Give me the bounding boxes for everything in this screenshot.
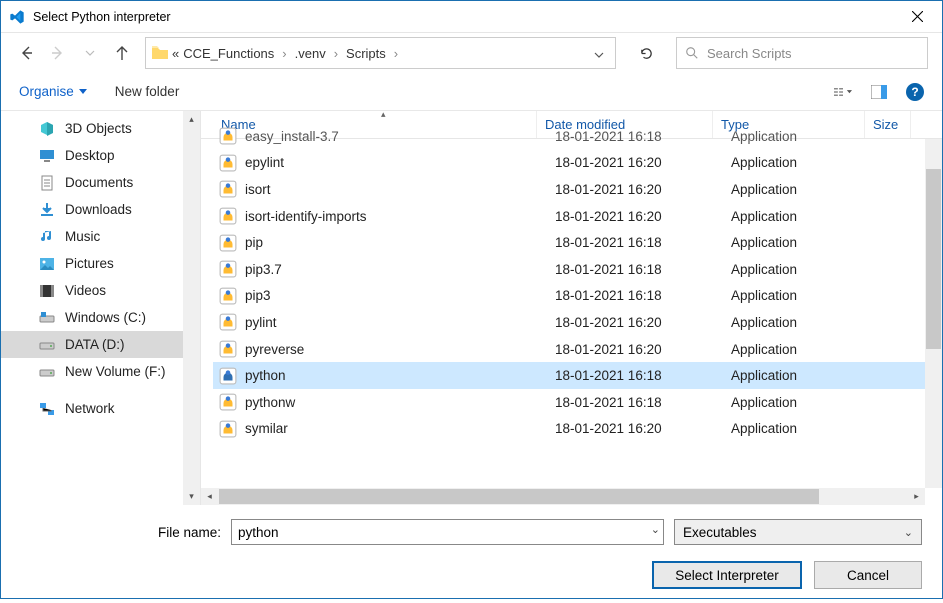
scroll-up-icon[interactable]: ▴ [183, 111, 200, 128]
filter-select[interactable]: Executables ⌄ [674, 519, 922, 545]
drive-icon [39, 364, 55, 380]
music-icon [39, 229, 55, 245]
nav-bar: « CCE_Functions › .venv › Scripts › Sear… [1, 33, 942, 73]
file-hscrollbar[interactable]: ◂ ▸ [201, 488, 925, 505]
exe-icon [219, 367, 237, 385]
view-button[interactable] [834, 83, 852, 101]
scroll-left-icon[interactable]: ◂ [201, 488, 218, 505]
sidebar-item-windows-c-[interactable]: Windows (C:) [1, 304, 200, 331]
preview-button[interactable] [870, 83, 888, 101]
file-row[interactable]: pip3.718-01-2021 16:18Application [213, 256, 942, 283]
filename-label: File name: [21, 525, 221, 540]
drive-win-icon [39, 310, 55, 326]
exe-icon [219, 393, 237, 411]
file-list: Name▴ Date modified Type Size easy_insta… [201, 111, 942, 505]
desktop-icon [39, 148, 55, 164]
video-icon [39, 283, 55, 299]
organise-button[interactable]: Organise [19, 84, 87, 99]
cancel-button[interactable]: Cancel [814, 561, 922, 589]
scroll-down-icon[interactable]: ▾ [183, 488, 200, 505]
file-row[interactable]: pyreverse18-01-2021 16:20Application [213, 336, 942, 363]
sidebar-item-music[interactable]: Music [1, 223, 200, 250]
folder-icon [152, 46, 168, 60]
titlebar: Select Python interpreter [1, 1, 942, 33]
sidebar-item-3d-objects[interactable]: 3D Objects [1, 115, 200, 142]
chevron-right-icon: › [390, 46, 402, 61]
select-interpreter-button[interactable]: Select Interpreter [652, 561, 802, 589]
exe-icon [219, 420, 237, 438]
drive-icon [39, 337, 55, 353]
sort-asc-icon: ▴ [381, 111, 386, 120]
breadcrumb-prefix: « [172, 46, 179, 61]
exe-icon [219, 207, 237, 225]
file-row[interactable]: symilar18-01-2021 16:20Application [213, 416, 942, 443]
recent-dropdown[interactable] [79, 42, 101, 64]
window-title: Select Python interpreter [33, 10, 894, 24]
sidebar-item-pictures[interactable]: Pictures [1, 250, 200, 277]
cube-icon [39, 121, 55, 137]
chevron-down-icon [79, 89, 87, 94]
sidebar-item-new-volume-f-[interactable]: New Volume (F:) [1, 358, 200, 385]
exe-icon [219, 127, 237, 145]
sidebar-item-data-d-[interactable]: DATA (D:) [1, 331, 200, 358]
sidebar-item-documents[interactable]: Documents [1, 169, 200, 196]
help-button[interactable]: ? [906, 83, 924, 101]
forward-button[interactable] [47, 42, 69, 64]
exe-icon [219, 154, 237, 172]
crumb-1[interactable]: .venv [295, 46, 326, 61]
toolbar: Organise New folder ? [1, 73, 942, 111]
breadcrumb[interactable]: « CCE_Functions › .venv › Scripts › [145, 37, 616, 69]
download-icon [39, 202, 55, 218]
file-row[interactable]: pip18-01-2021 16:18Application [213, 229, 942, 256]
scroll-right-icon[interactable]: ▸ [908, 488, 925, 505]
file-row[interactable]: pylint18-01-2021 16:20Application [213, 309, 942, 336]
sidebar-item-downloads[interactable]: Downloads [1, 196, 200, 223]
exe-icon [219, 340, 237, 358]
filename-input[interactable]: ⌄ [231, 519, 664, 545]
file-row[interactable]: easy_install-3.718-01-2021 16:18Applicat… [213, 123, 942, 150]
search-icon [685, 46, 699, 60]
close-button[interactable] [894, 2, 940, 32]
breadcrumb-dropdown[interactable] [589, 46, 609, 61]
file-row[interactable]: pythonw18-01-2021 16:18Application [213, 389, 942, 416]
refresh-icon [639, 46, 654, 61]
refresh-button[interactable] [628, 37, 664, 69]
sidebar: 3D ObjectsDesktopDocumentsDownloadsMusic… [1, 111, 201, 505]
file-row[interactable]: isort-identify-imports18-01-2021 16:20Ap… [213, 203, 942, 230]
file-row[interactable]: python18-01-2021 16:18Application [213, 362, 942, 389]
close-icon [912, 11, 923, 22]
body: 3D ObjectsDesktopDocumentsDownloadsMusic… [1, 111, 942, 505]
footer: File name: ⌄ Executables ⌄ Select Interp… [1, 505, 942, 603]
up-button[interactable] [111, 42, 133, 64]
back-button[interactable] [15, 42, 37, 64]
exe-icon [219, 234, 237, 252]
pic-icon [39, 256, 55, 272]
file-vscrollbar[interactable] [925, 139, 942, 488]
new-folder-button[interactable]: New folder [115, 84, 180, 99]
crumb-2[interactable]: Scripts [346, 46, 386, 61]
nav-arrows [15, 42, 133, 64]
chevron-down-icon: ⌄ [904, 526, 913, 539]
chevron-right-icon: › [278, 46, 290, 61]
exe-icon [219, 260, 237, 278]
sidebar-item-desktop[interactable]: Desktop [1, 142, 200, 169]
doc-icon [39, 175, 55, 191]
crumb-0[interactable]: CCE_Functions [183, 46, 274, 61]
file-row[interactable]: isort18-01-2021 16:20Application [213, 176, 942, 203]
file-row[interactable]: epylint18-01-2021 16:20Application [213, 150, 942, 177]
chevron-right-icon: › [330, 46, 342, 61]
search-input[interactable]: Search Scripts [676, 37, 928, 69]
file-row[interactable]: pip318-01-2021 16:18Application [213, 283, 942, 310]
sidebar-item-videos[interactable]: Videos [1, 277, 200, 304]
sidebar-item-network[interactable]: Network [1, 395, 200, 422]
chevron-down-icon[interactable]: ⌄ [651, 523, 660, 536]
search-placeholder: Search Scripts [707, 46, 792, 61]
exe-icon [219, 287, 237, 305]
network-icon [39, 401, 55, 417]
vscode-icon [9, 9, 25, 25]
sidebar-scrollbar[interactable]: ▴ ▾ [183, 111, 200, 505]
exe-icon [219, 313, 237, 331]
exe-icon [219, 180, 237, 198]
